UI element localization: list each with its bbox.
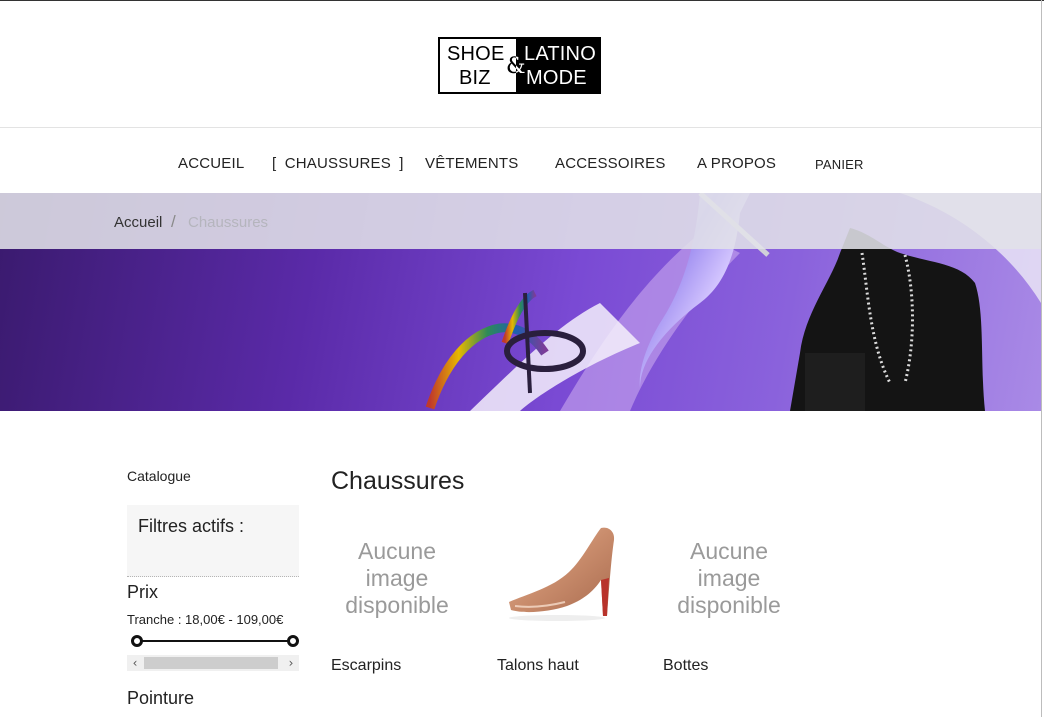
price-slider-max-handle[interactable] [287, 635, 299, 647]
site-header: SHOE BIZ LATINO MODE & [0, 1, 1041, 128]
main-nav: ACCUEIL [ CHAUSSURES ] VÊTEMENTS ACCESSO… [0, 129, 1041, 193]
product-thumbnail[interactable] [497, 520, 629, 646]
logo-text-mode: MODE [526, 67, 587, 89]
nav-item-vetements[interactable]: VÊTEMENTS [425, 155, 518, 172]
product-card-escarpins[interactable]: Aucune image disponible Escarpins [331, 520, 463, 674]
product-thumbnail[interactable]: Aucune image disponible [331, 520, 463, 646]
window-right-border [1041, 0, 1042, 717]
product-card-talons-haut[interactable]: Talons haut [497, 520, 629, 674]
price-slider-track [138, 640, 294, 642]
active-filters-box: Filtres actifs : [127, 505, 299, 577]
nav-item-accueil[interactable]: ACCUEIL [178, 155, 244, 172]
product-name[interactable]: Bottes [663, 657, 708, 675]
no-image-placeholder: Aucune image disponible [331, 538, 463, 619]
no-image-line: disponible [345, 592, 449, 618]
no-image-line: image [697, 565, 761, 591]
logo-text-shoe: SHOE [447, 43, 505, 65]
scrollbar-thumb[interactable] [144, 657, 278, 669]
price-slider-min-handle[interactable] [131, 635, 143, 647]
nav-item-a-propos[interactable]: A PROPOS [697, 155, 776, 172]
nav-item-panier[interactable]: PANIER [815, 157, 864, 172]
breadcrumb-band: Accueil / Chaussures [0, 193, 1041, 249]
nav-item-accessoires[interactable]: ACCESSOIRES [555, 155, 666, 172]
product-card-bottes[interactable]: Aucune image disponible Bottes [663, 520, 795, 674]
logo-text-latino: LATINO [524, 43, 596, 65]
no-image-line: Aucune [357, 538, 436, 564]
category-banner: Accueil / Chaussures [0, 193, 1041, 411]
scroll-left-arrow-icon[interactable]: ‹ [127, 655, 143, 671]
size-filter-title: Pointure [127, 688, 195, 708]
no-image-line: image [365, 565, 429, 591]
product-name[interactable]: Escarpins [331, 657, 401, 675]
no-image-line: Aucune [689, 538, 768, 564]
nav-item-chaussures[interactable]: [ CHAUSSURES ] [272, 155, 404, 172]
nude-pump-image [509, 527, 615, 621]
no-image-line: disponible [677, 592, 781, 618]
breadcrumb-separator: / [171, 212, 176, 231]
sidebar-horizontal-scrollbar[interactable]: ‹ › [127, 655, 299, 671]
site-logo[interactable]: SHOE BIZ LATINO MODE & [438, 37, 601, 94]
price-filter-title: Prix [127, 582, 158, 602]
product-name[interactable]: Talons haut [497, 657, 579, 675]
active-filters-label: Filtres actifs : [138, 516, 245, 536]
sidebar-title: Catalogue [127, 468, 191, 484]
scroll-right-arrow-icon[interactable]: › [283, 655, 299, 671]
breadcrumb-home-link[interactable]: Accueil [114, 214, 162, 231]
logo-ampersand: & [506, 54, 526, 79]
product-thumbnail[interactable]: Aucune image disponible [663, 520, 795, 646]
page-title: Chaussures [331, 467, 465, 495]
breadcrumb-current: Chaussures [188, 214, 269, 231]
no-image-placeholder: Aucune image disponible [663, 538, 795, 619]
logo-text-biz: BIZ [459, 67, 491, 89]
price-range-label: Tranche : 18,00€ - 109,00€ [127, 612, 284, 627]
